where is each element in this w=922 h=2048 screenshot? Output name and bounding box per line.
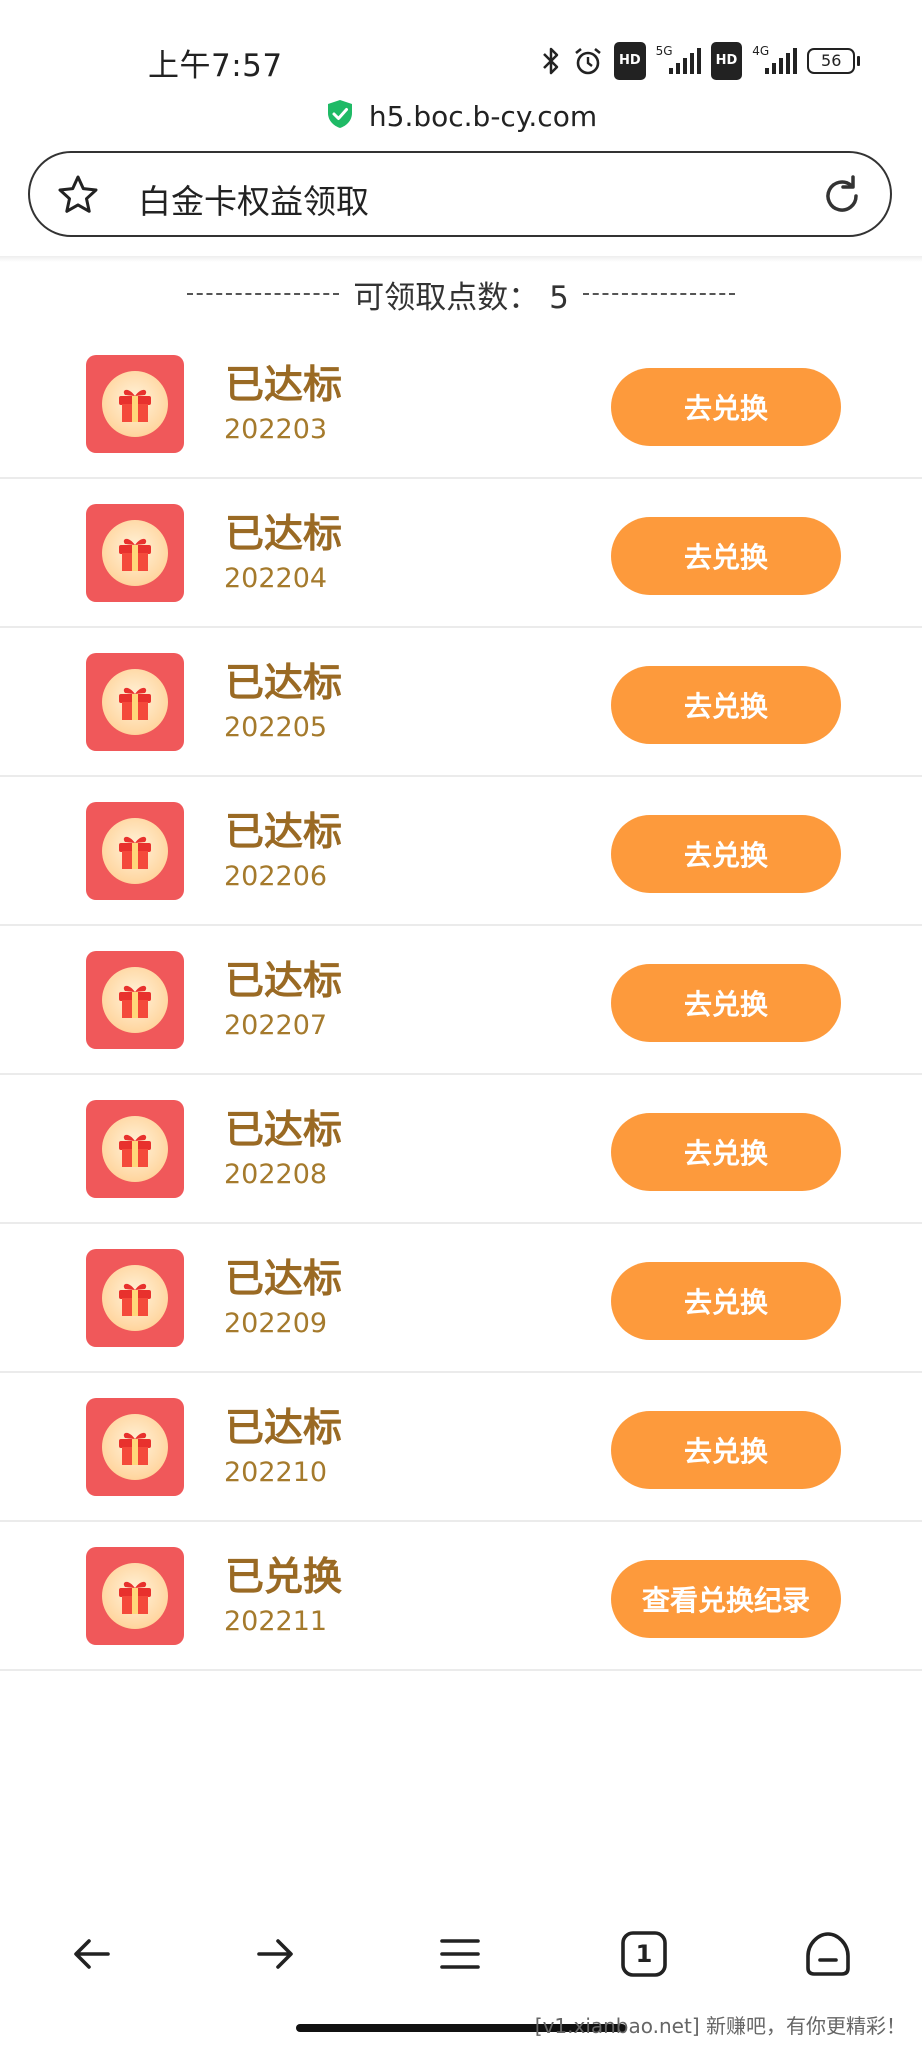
gift-icon (86, 1249, 184, 1347)
item-status: 已达标 (225, 1257, 343, 1302)
status-icons: HD 5G HD 4G 56 (540, 40, 861, 82)
signal-4g: 4G (752, 44, 798, 78)
item-status: 已达标 (225, 810, 343, 855)
redeem-button[interactable]: 去兑换 (611, 1113, 841, 1191)
reload-icon[interactable] (820, 174, 864, 222)
bottom-nav: 1 (0, 1918, 922, 1988)
item-status: 已达标 (225, 1108, 343, 1153)
bluetooth-icon (540, 44, 562, 78)
address-bar[interactable]: 白金卡权益领取 (28, 151, 892, 237)
redeem-button[interactable]: 去兑换 (611, 1411, 841, 1489)
dash-divider-right (582, 293, 735, 295)
redeem-button[interactable]: 去兑换 (611, 368, 841, 446)
list-item: 已达标 202209 去兑换 (0, 1224, 922, 1373)
redeem-button[interactable]: 去兑换 (611, 666, 841, 744)
points-header: 可领取点数： 5 (0, 272, 922, 316)
dash-divider-left (187, 293, 340, 295)
url-text[interactable]: h5.boc.b-cy.com (369, 100, 597, 133)
list-item: 已达标 202203 去兑换 (0, 330, 922, 479)
points-value: 5 (549, 279, 569, 316)
item-date: 202205 (224, 712, 328, 743)
gift-icon (86, 1100, 184, 1198)
signal-bars-icon (668, 48, 701, 74)
item-date: 202206 (224, 861, 328, 892)
points-label: 可领取点数： (353, 279, 540, 316)
list-item: 已达标 202207 去兑换 (0, 926, 922, 1075)
list-item: 已达标 202204 去兑换 (0, 479, 922, 628)
back-arrow-icon[interactable] (62, 1924, 122, 1984)
battery-icon: 56 (807, 44, 861, 78)
gift-icon (86, 802, 184, 900)
item-status: 已兑换 (225, 1555, 343, 1600)
redeem-button[interactable]: 去兑换 (611, 1262, 841, 1340)
gift-icon (86, 951, 184, 1049)
status-bar: 上午7:57 HD 5G HD 4G 56 (0, 0, 922, 96)
page-title: 白金卡权益领取 (138, 182, 369, 221)
signal-bars-icon-2 (765, 48, 798, 74)
list-item: 已达标 202210 去兑换 (0, 1373, 922, 1522)
item-status: 已达标 (225, 1406, 343, 1451)
status-time: 上午7:57 (148, 48, 283, 84)
item-status: 已达标 (225, 661, 343, 706)
list-item: 已达标 202208 去兑换 (0, 1075, 922, 1224)
watermark: [v1.xianbao.net] 新赚吧，有你更精彩！ (534, 2014, 906, 2038)
signal-5g: 5G (656, 44, 701, 78)
item-status: 已达标 (225, 959, 343, 1004)
battery-level: 56 (807, 48, 861, 74)
gift-icon (86, 1547, 184, 1645)
shield-check-icon (325, 98, 355, 134)
tabs-icon[interactable]: 1 (614, 1924, 674, 1984)
hd-badge-2: HD (710, 42, 743, 80)
points-text: 可领取点数： 5 (353, 272, 569, 317)
network-type-4g: 4G (752, 44, 770, 58)
item-date: 202208 (224, 1159, 328, 1190)
view-records-button[interactable]: 查看兑换纪录 (611, 1560, 841, 1638)
list-item: 已达标 202205 去兑换 (0, 628, 922, 777)
item-date: 202207 (224, 1010, 328, 1041)
home-icon[interactable] (798, 1924, 858, 1984)
menu-icon[interactable] (430, 1924, 490, 1984)
item-date: 202203 (224, 414, 328, 445)
reward-list: 已达标 202203 去兑换 已达标 202204 去兑换 已达标 202205… (0, 330, 922, 1671)
star-icon[interactable] (56, 173, 100, 221)
gift-icon (86, 504, 184, 602)
network-type-5g: 5G (655, 44, 673, 58)
hd-badge: HD (614, 42, 646, 80)
item-date: 202211 (224, 1606, 328, 1637)
item-status: 已达标 (225, 363, 343, 408)
forward-arrow-icon[interactable] (245, 1924, 305, 1984)
redeem-button[interactable]: 去兑换 (611, 815, 841, 893)
gift-icon (86, 1398, 184, 1496)
list-item: 已兑换 202211 查看兑换纪录 (0, 1522, 922, 1671)
item-date: 202210 (224, 1457, 328, 1488)
alarm-icon (572, 44, 604, 78)
item-date: 202209 (224, 1308, 328, 1339)
redeem-button[interactable]: 去兑换 (611, 964, 841, 1042)
tab-count: 1 (635, 1940, 653, 1968)
header-divider (0, 256, 922, 262)
list-item: 已达标 202206 去兑换 (0, 777, 922, 926)
redeem-button[interactable]: 去兑换 (611, 517, 841, 595)
item-status: 已达标 (225, 512, 343, 557)
gift-icon (86, 355, 184, 453)
url-line: h5.boc.b-cy.com (0, 96, 922, 136)
gift-icon (86, 653, 184, 751)
item-date: 202204 (224, 563, 328, 594)
